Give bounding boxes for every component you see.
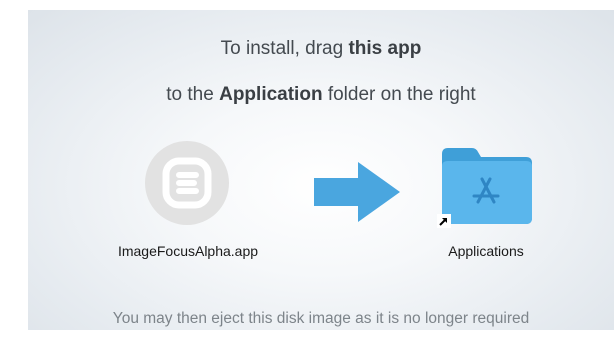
eject-hint-text: You may then eject this disk image as it… (112, 310, 530, 327)
dmg-window: To install, drag this app to the Applica… (0, 0, 614, 346)
instruction-bold-text: this app (348, 38, 422, 59)
instruction-bold-text: Application (219, 84, 323, 105)
dmg-background: To install, drag this app to the Applica… (28, 10, 614, 330)
applications-label[interactable]: Applications (416, 243, 556, 259)
instruction-text: folder on the right (322, 84, 476, 105)
right-arrow-icon (312, 160, 402, 224)
install-instruction-line-2: to the Application folder on the right (28, 84, 614, 106)
app-label[interactable]: ImageFocusAlpha.app (108, 243, 268, 259)
instruction-text: To install, drag (220, 38, 349, 59)
applications-folder-icon[interactable] (438, 144, 534, 226)
install-instruction-line-1: To install, drag this app (28, 38, 614, 60)
app-logo-icon[interactable] (144, 140, 230, 226)
instruction-text: to the (166, 84, 220, 105)
eject-hint: You may then eject this disk image as it… (28, 310, 614, 328)
alias-arrow-icon (437, 214, 451, 228)
